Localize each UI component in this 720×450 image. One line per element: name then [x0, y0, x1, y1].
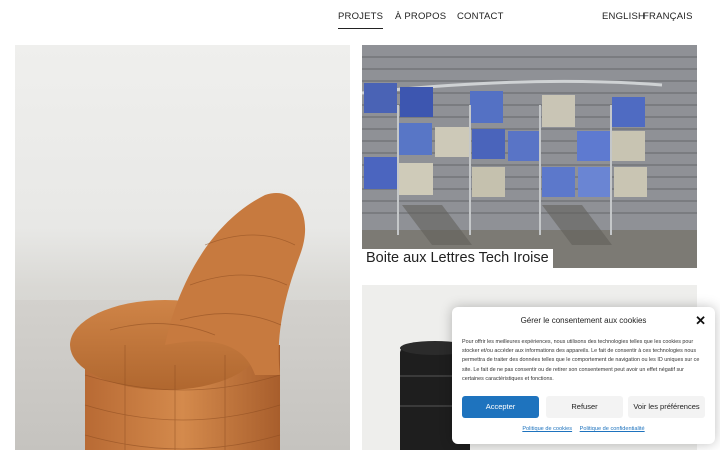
- cookie-consent-dialog: Gérer le consentement aux cookies ✕ Pour…: [452, 307, 715, 444]
- cookie-policy-link[interactable]: Politique de cookies: [522, 426, 572, 432]
- nav-contact[interactable]: CONTACT: [457, 11, 504, 22]
- view-preferences-button[interactable]: Voir les préférences: [628, 396, 705, 418]
- cookie-dialog-title: Gérer le consentement aux cookies: [520, 316, 647, 325]
- accept-button[interactable]: Accepter: [462, 396, 539, 418]
- cookie-dialog-text: Pour offrir les meilleures expériences, …: [462, 339, 700, 382]
- nav-projets[interactable]: PROJETS: [338, 11, 384, 29]
- refuse-button[interactable]: Refuser: [546, 396, 623, 418]
- project-image-chair[interactable]: [15, 45, 350, 450]
- close-icon[interactable]: ✕: [695, 314, 706, 327]
- privacy-policy-link[interactable]: Politique de confidentialité: [580, 426, 645, 432]
- lang-english[interactable]: ENGLISH: [602, 11, 645, 22]
- main-nav: PROJETS À PROPOS CONTACT ENGLISH FRANÇAI…: [0, 0, 720, 40]
- mailboxes-illustration: [362, 45, 697, 268]
- project-caption-mailboxes[interactable]: Boite aux Lettres Tech Iroise: [362, 249, 553, 268]
- wooden-chair-illustration: [70, 193, 306, 450]
- policy-links: Politique de cookies Politique de confid…: [452, 426, 715, 432]
- lang-francais[interactable]: FRANÇAIS: [643, 11, 693, 22]
- nav-a-propos[interactable]: À PROPOS: [395, 11, 446, 22]
- project-image-mailboxes[interactable]: [362, 45, 697, 268]
